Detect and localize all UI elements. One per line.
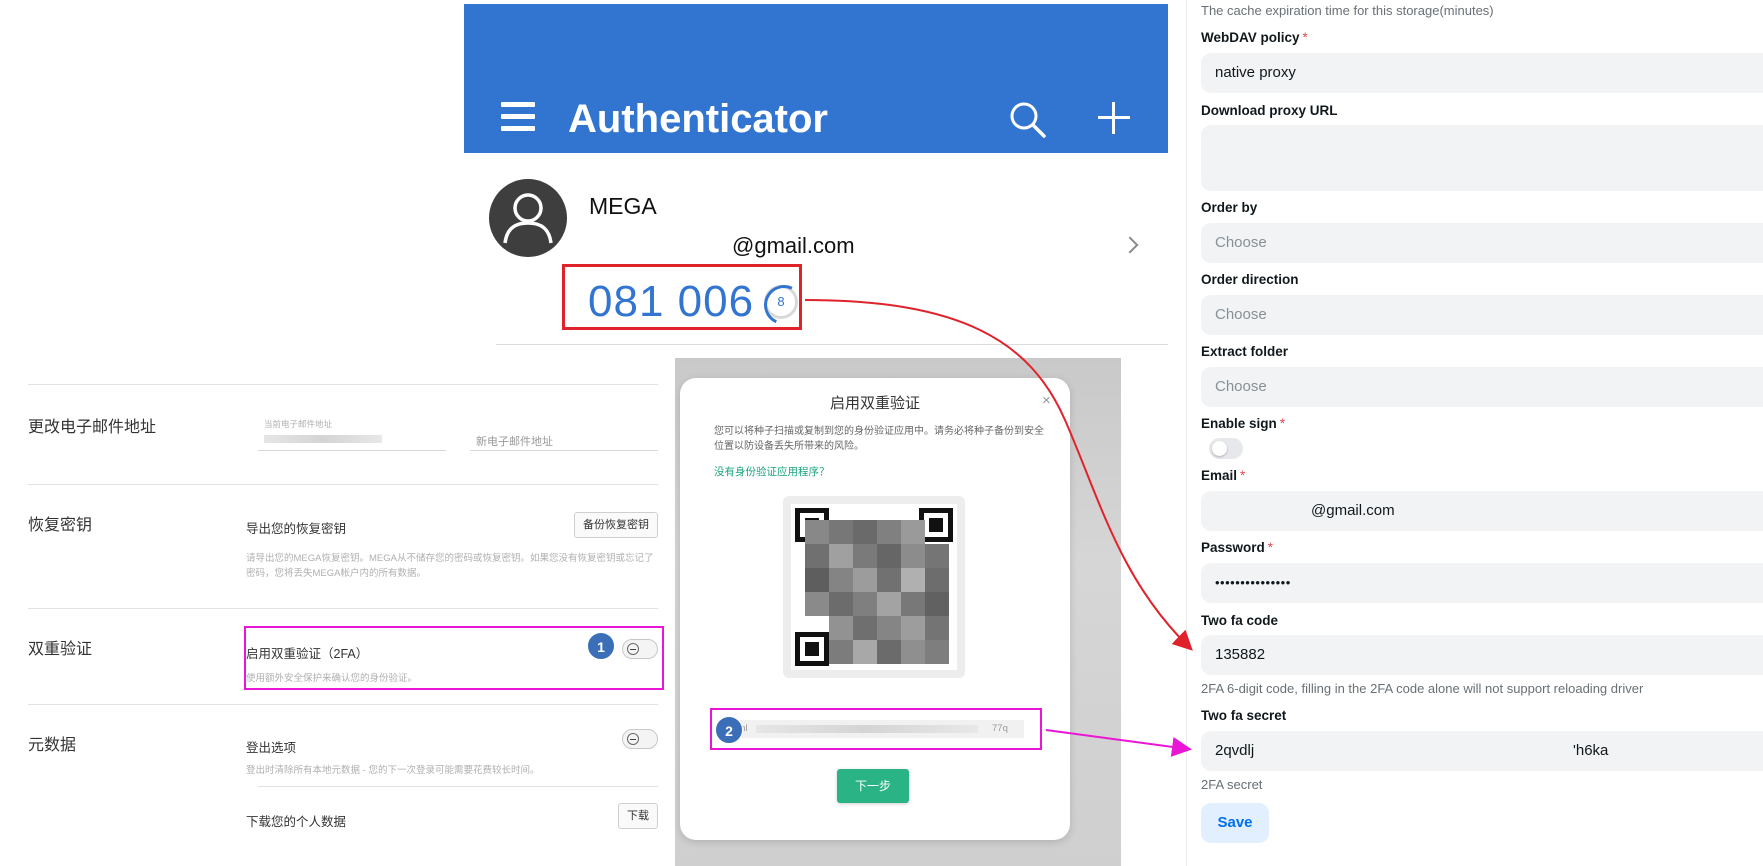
blurred-secret — [756, 725, 978, 733]
two-fa-code-label: Two fa code — [1201, 613, 1279, 628]
chevron-right-icon[interactable] — [1121, 236, 1139, 254]
next-button[interactable]: 下一步 — [837, 769, 909, 803]
blurred-email — [264, 435, 382, 443]
enable-sign-label: Enable sign * — [1201, 416, 1286, 431]
recovery-key-title: 恢复密钥 — [28, 517, 93, 534]
logout-options-toggle[interactable] — [622, 729, 658, 749]
qr-code — [791, 504, 957, 670]
two-fa-secret-help: 2FA secret — [1201, 777, 1263, 792]
extract-folder-select[interactable]: Choose — [1201, 367, 1763, 407]
webdav-policy-select[interactable]: native proxy — [1201, 53, 1763, 93]
cache-expiration-help: The cache expiration time for this stora… — [1201, 3, 1494, 18]
app-title: Authenticator — [568, 97, 828, 141]
list-divider — [496, 344, 1168, 345]
webdav-policy-label: WebDAV policy * — [1201, 30, 1308, 45]
email-value: @gmail.com — [1311, 502, 1395, 519]
otp-code[interactable]: 081 006 — [588, 279, 754, 325]
enable-sign-toggle[interactable] — [1209, 438, 1243, 459]
two-fa-secret-label: Two fa secret — [1201, 708, 1287, 723]
account-email: @gmail.com — [732, 233, 855, 258]
metadata-title: 元数据 — [28, 737, 77, 754]
search-icon[interactable] — [1008, 100, 1048, 140]
user-avatar-icon — [489, 179, 567, 257]
secret-value-end: 'h6ka — [1573, 742, 1609, 759]
two-factor-title: 双重验证 — [28, 641, 93, 658]
email-label: Email * — [1201, 468, 1246, 483]
toggle-knob — [627, 733, 639, 745]
extract-folder-label: Extract folder — [1201, 344, 1289, 359]
password-label: Password * — [1201, 540, 1274, 555]
change-email-row: 更改电子邮件地址 当前电子邮件地址 新电子邮件地址 — [28, 384, 658, 484]
logout-options-description: 登出时清除所有本地元数据 - 您的下一次登录可能需要花费较长时间。 — [246, 765, 540, 776]
backup-recovery-key-button[interactable]: 备份恢复密钥 — [574, 512, 658, 538]
no-authenticator-link[interactable]: 没有身份验证应用程序？ — [714, 464, 830, 479]
step-badge-1: 1 — [587, 632, 615, 660]
two-fa-secret-input[interactable]: 2qvdlj 'h6ka — [1201, 731, 1763, 771]
download-personal-data-label: 下载您的个人数据 — [246, 815, 347, 829]
secret-value-start: 2qvdlj — [1215, 742, 1255, 759]
metadata-row: 元数据 登出选项 登出时清除所有本地元数据 - 您的下一次登录可能需要花费较长时… — [28, 704, 658, 866]
order-by-select[interactable]: Choose — [1201, 223, 1763, 263]
account-name: MEGA — [589, 193, 657, 219]
secret-highlight-box: jnl 77q — [710, 708, 1042, 750]
toggle-knob — [1212, 441, 1227, 456]
authenticator-app: Authenticator MEGA @gmail.com 081 006 8 — [464, 4, 1168, 345]
change-email-title: 更改电子邮件地址 — [28, 419, 157, 436]
app-header: Authenticator — [464, 4, 1168, 153]
two-fa-code-input[interactable]: 135882 — [1201, 635, 1763, 675]
secret-key-field[interactable]: jnl 77q — [722, 720, 1024, 738]
plus-icon[interactable] — [1098, 102, 1130, 134]
logout-options-label: 登出选项 — [246, 741, 297, 755]
order-by-label: Order by — [1201, 200, 1258, 215]
mega-settings-panel: 更改电子邮件地址 当前电子邮件地址 新电子邮件地址 恢复密钥 导出您的恢复密钥 … — [0, 380, 665, 866]
recovery-key-description: 请导出您的MEGA恢复密钥。MEGA从不储存您的密码或恢复密钥。如果您没有恢复密… — [246, 553, 654, 579]
password-input[interactable]: ••••••••••••••• — [1201, 563, 1763, 603]
enable-2fa-dialog: 启用双重验证 × 您可以将种子扫描或复制到您的身份验证应用中。请务必将种子备份到… — [680, 378, 1070, 840]
two-fa-code-help: 2FA 6-digit code, filling in the 2FA cod… — [1201, 681, 1644, 696]
close-icon[interactable]: × — [1042, 392, 1051, 409]
download-proxy-label: Download proxy URL — [1201, 103, 1338, 118]
secret-end: 77q — [992, 723, 1008, 734]
dialog-title: 启用双重验证 — [829, 395, 920, 412]
export-recovery-key-label: 导出您的恢复密钥 — [246, 522, 347, 536]
qr-code-container — [783, 496, 965, 678]
dialog-description: 您可以将种子扫描或复制到您的身份验证应用中。请务必将种子备份到安全位置以防设备丢… — [714, 426, 1044, 452]
menu-icon[interactable] — [501, 102, 535, 132]
download-data-button[interactable]: 下载 — [618, 803, 658, 829]
save-button[interactable]: Save — [1201, 803, 1269, 843]
download-proxy-input[interactable] — [1201, 125, 1763, 191]
new-email-input[interactable]: 新电子邮件地址 — [470, 427, 658, 451]
current-email-field[interactable] — [258, 427, 446, 451]
step-badge-2: 2 — [715, 716, 743, 744]
recovery-key-row: 恢复密钥 导出您的恢复密钥 备份恢复密钥 请导出您的MEGA恢复密钥。MEGA从… — [28, 484, 658, 608]
order-direction-label: Order direction — [1201, 272, 1299, 287]
order-direction-select[interactable]: Choose — [1201, 295, 1763, 335]
storage-form: The cache expiration time for this stora… — [1186, 0, 1763, 866]
email-input[interactable]: @gmail.com — [1201, 491, 1763, 531]
metadata-inner-divider — [258, 786, 658, 787]
otp-highlight-box: 081 006 8 — [562, 264, 802, 330]
otp-countdown: 8 — [764, 285, 798, 319]
